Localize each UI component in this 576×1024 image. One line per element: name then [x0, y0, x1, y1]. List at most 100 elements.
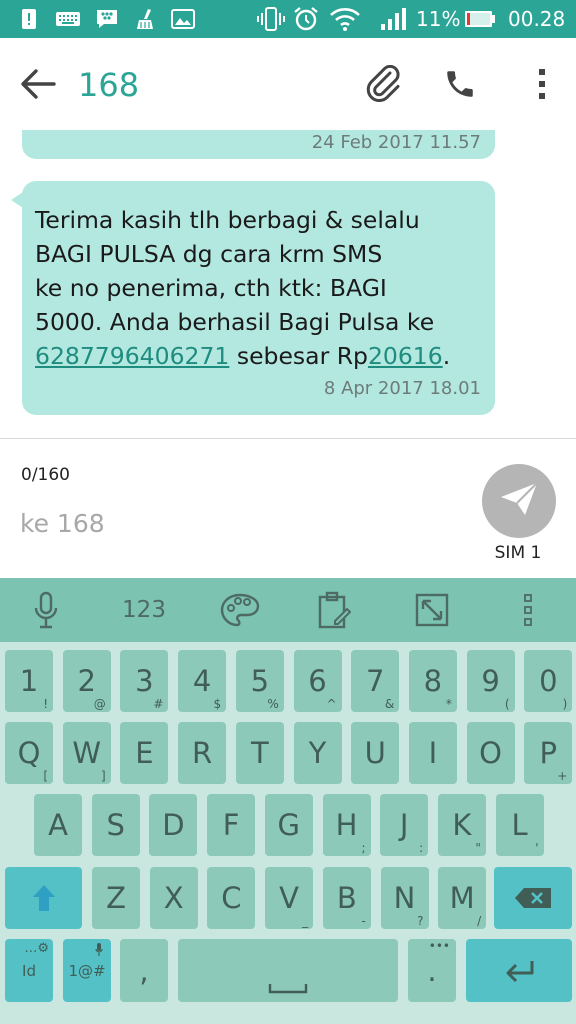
symbols-key[interactable]: 1@#	[63, 939, 111, 1002]
message-bubble[interactable]: 24 Feb 2017 11.57	[22, 130, 495, 159]
key-t-label: T	[250, 736, 269, 770]
message-input[interactable]	[20, 503, 440, 543]
space-icon	[268, 979, 308, 998]
message-bubble[interactable]: Terima kasih tlh berbagi & selalu BAGI P…	[22, 181, 495, 415]
enter-key[interactable]	[466, 939, 572, 1002]
key-4[interactable]: 4 $	[178, 650, 227, 712]
message-timestamp: 24 Feb 2017 11.57	[311, 132, 481, 153]
mic-icon	[95, 942, 103, 961]
key-n[interactable]: N?	[380, 867, 429, 929]
key-1[interactable]: 1!	[5, 650, 53, 712]
key-d-label: D	[162, 808, 185, 842]
key-q[interactable]: Q[	[5, 722, 53, 784]
key-g[interactable]: G	[264, 794, 313, 856]
enter-icon	[504, 959, 536, 987]
key-b[interactable]: B-	[322, 867, 371, 929]
comma-key[interactable]: ,	[120, 939, 168, 1002]
period-key[interactable]: . •••	[408, 939, 456, 1002]
send-icon	[499, 481, 539, 521]
key-g-label: G	[277, 808, 301, 842]
key-i-label: I	[428, 736, 438, 770]
key-l[interactable]: L '	[495, 794, 544, 856]
key-1-label: 1	[19, 664, 39, 698]
key-p[interactable]: P +	[524, 722, 573, 784]
key-p-label: P	[539, 736, 558, 770]
more-vert-icon[interactable]	[518, 60, 566, 108]
key-7[interactable]: 7 &	[351, 650, 400, 712]
key-f[interactable]: F	[207, 794, 256, 856]
back-arrow-icon[interactable]	[14, 60, 62, 108]
key-0-label: 0	[539, 664, 558, 698]
key-c[interactable]: C	[207, 867, 256, 929]
vibrate-icon	[256, 7, 286, 31]
backspace-key[interactable]	[494, 867, 572, 929]
key-a[interactable]: A	[34, 794, 82, 856]
key-x-label: X	[163, 881, 184, 915]
key-v-label: V	[279, 881, 300, 915]
key-w[interactable]: W]	[62, 722, 111, 784]
key-y-label: Y	[308, 736, 327, 770]
key-9[interactable]: 9(	[466, 650, 515, 712]
shift-key[interactable]	[5, 867, 82, 929]
key-3-secondary: #	[153, 697, 164, 711]
key-r[interactable]: R	[178, 722, 227, 784]
key-h[interactable]: H;	[322, 794, 371, 856]
key-d[interactable]: D	[149, 794, 198, 856]
key-2[interactable]: 2 @	[62, 650, 111, 712]
key-6[interactable]: 6 ^	[293, 650, 342, 712]
key-m[interactable]: M /	[438, 867, 487, 929]
key-2-secondary: @	[93, 697, 106, 711]
key-u[interactable]: U	[351, 722, 400, 784]
key-3[interactable]: 3 #	[120, 650, 169, 712]
sim-label: SIM 1	[494, 543, 542, 563]
phone-number-link[interactable]: 6287796406271	[35, 342, 229, 370]
more-vert-icon[interactable]	[498, 586, 558, 634]
key-s[interactable]: S	[91, 794, 140, 856]
blackberry-icon	[94, 7, 120, 31]
language-key[interactable]: Id …⚙	[5, 939, 53, 1002]
space-key[interactable]	[178, 939, 398, 1002]
key-5[interactable]: 5%	[235, 650, 284, 712]
key-i[interactable]: I	[408, 722, 457, 784]
numbers-button[interactable]: 123	[114, 586, 174, 634]
key-k[interactable]: K "	[437, 794, 486, 856]
conversation-title: 168	[78, 66, 140, 104]
key-4-label: 4	[192, 664, 212, 698]
key-v[interactable]: V _	[265, 867, 314, 929]
send-button[interactable]	[482, 464, 556, 538]
language-key-label: Id	[22, 961, 36, 980]
attach-icon[interactable]	[360, 60, 408, 108]
message-text-end: .	[442, 342, 451, 370]
key-o[interactable]: O	[466, 722, 515, 784]
clipboard-icon[interactable]	[304, 586, 364, 634]
phone-icon[interactable]	[436, 60, 484, 108]
key-5-secondary: %	[267, 697, 279, 711]
key-e[interactable]: E	[120, 722, 169, 784]
key-l-label: L	[511, 808, 528, 842]
gallery-icon	[170, 7, 196, 31]
mic-icon[interactable]	[16, 586, 76, 634]
key-x[interactable]: X	[149, 867, 198, 929]
key-j-label: J	[399, 808, 409, 842]
period-key-label: .	[427, 953, 437, 988]
resize-icon[interactable]	[402, 586, 462, 634]
key-z[interactable]: Z	[92, 867, 140, 929]
palette-icon[interactable]	[210, 586, 270, 634]
status-bar: 11% 00.28	[0, 0, 576, 38]
key-o-label: O	[479, 736, 502, 770]
key-8[interactable]: 8 *	[408, 650, 457, 712]
key-q-label: Q	[17, 736, 41, 770]
key-h-secondary: ;	[361, 841, 366, 855]
amount-link[interactable]: 20616	[368, 342, 443, 370]
key-t[interactable]: T	[235, 722, 284, 784]
signal-icon	[378, 7, 408, 31]
key-y[interactable]: Y	[293, 722, 342, 784]
key-j[interactable]: J:	[380, 794, 429, 856]
key-6-label: 6	[308, 664, 327, 698]
keyboard-icon	[54, 7, 82, 31]
message-line: 5000. Anda berhasil Bagi Pulsa ke	[35, 308, 435, 336]
message-thread: 24 Feb 2017 11.57 Terima kasih tlh berba…	[0, 130, 576, 438]
key-0[interactable]: 0)	[524, 650, 573, 712]
key-8-secondary: *	[445, 697, 452, 711]
alert-icon	[18, 7, 40, 31]
